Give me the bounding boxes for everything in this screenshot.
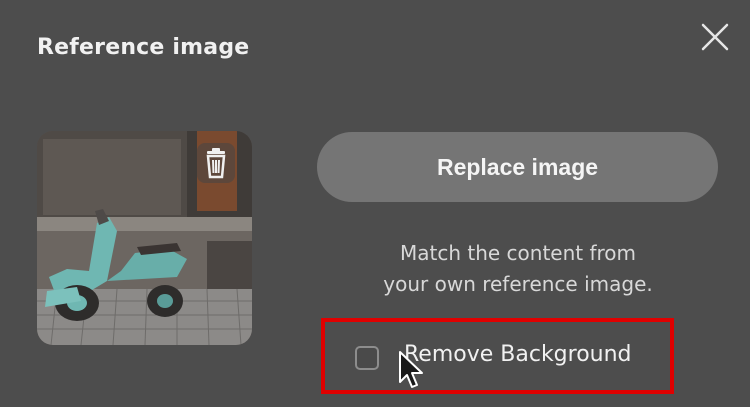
mouse-pointer-icon bbox=[398, 350, 428, 392]
dialog-title: Reference image bbox=[37, 35, 250, 60]
close-icon[interactable] bbox=[700, 22, 730, 52]
trash-icon[interactable] bbox=[197, 143, 235, 183]
remove-background-label[interactable]: Remove Background bbox=[404, 342, 632, 367]
description-line-1: Match the content from bbox=[399, 241, 637, 265]
replace-image-button[interactable]: Replace image bbox=[317, 132, 718, 202]
description-line-2: your own reference image. bbox=[383, 272, 653, 296]
remove-background-checkbox[interactable] bbox=[355, 346, 379, 370]
reference-image-dialog: Reference image Replace image Match the … bbox=[0, 0, 750, 407]
reference-description: Match the content from your own referenc… bbox=[330, 238, 706, 300]
